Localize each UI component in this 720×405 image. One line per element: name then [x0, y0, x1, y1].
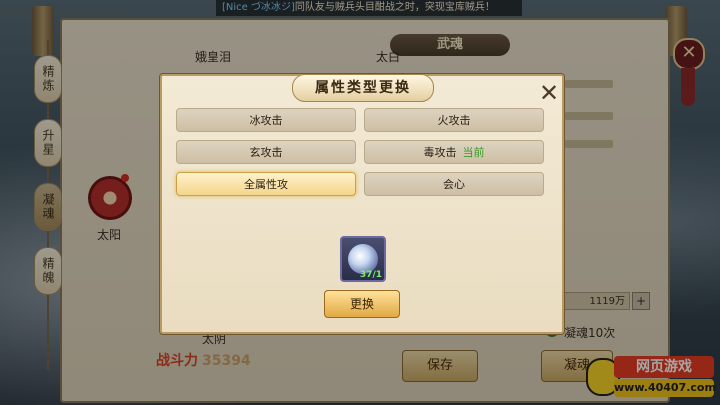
option-mystic-attack[interactable]: 玄攻击 — [176, 140, 356, 164]
option-all-attribute-attack[interactable]: 全属性攻 — [176, 172, 356, 196]
cost-item-slot[interactable]: 37/1 — [340, 236, 386, 282]
option-critical[interactable]: 会心 — [364, 172, 544, 196]
dialog-title-plate: 属性类型更换 — [282, 72, 442, 102]
dialog-title: 属性类型更换 — [292, 74, 434, 102]
option-label: 会心 — [443, 178, 465, 191]
item-count: 37/1 — [359, 270, 382, 280]
option-fire-attack[interactable]: 火攻击 — [364, 108, 544, 132]
option-label: 玄攻击 — [249, 146, 283, 159]
option-label: 冰攻击 — [249, 114, 283, 127]
option-label: 毒攻击 — [423, 146, 457, 159]
option-poison-attack[interactable]: 毒攻击 当前 — [364, 140, 544, 164]
option-label: 全属性攻 — [244, 178, 288, 191]
change-confirm-button[interactable]: 更换 — [324, 290, 400, 318]
close-icon[interactable]: ✕ — [538, 81, 560, 105]
option-label: 火攻击 — [437, 114, 471, 127]
current-badge: 当前 — [462, 146, 485, 159]
option-ice-attack[interactable]: 冰攻击 — [176, 108, 356, 132]
attribute-type-change-dialog: 属性类型更换 ✕ 冰攻击 火攻击 玄攻击 毒攻击 当前 全属性攻 会心 37/1 … — [160, 74, 564, 334]
